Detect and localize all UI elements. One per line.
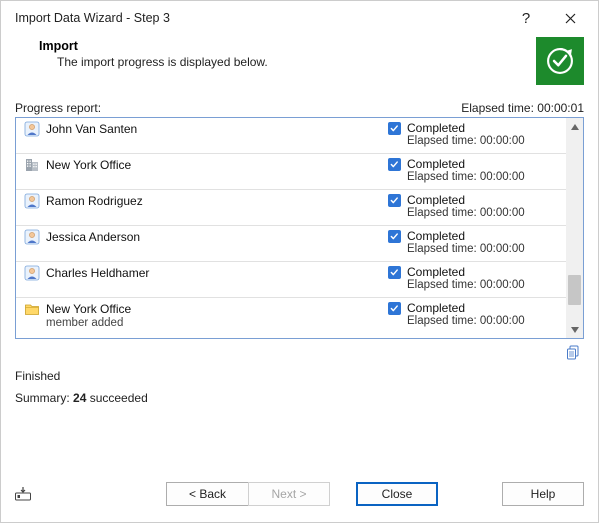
titlebar: Import Data Wizard - Step 3 ? [1, 1, 598, 35]
save-log-icon[interactable] [15, 487, 31, 501]
finished-text: Finished [15, 369, 584, 383]
scroll-up-icon[interactable] [566, 118, 583, 135]
folder-icon [24, 301, 40, 317]
list-item[interactable]: Charles Heldhamer CompletedElapsed time: … [16, 262, 566, 298]
scroll-thumb[interactable] [568, 275, 581, 305]
item-name: Charles Heldhamer [46, 266, 149, 280]
person-icon [24, 193, 40, 209]
item-status: Completed [407, 265, 465, 279]
wizard-window: Import Data Wizard - Step 3 ? Import The… [0, 0, 599, 523]
back-button[interactable]: < Back [166, 482, 248, 506]
progress-label: Progress report: [15, 101, 101, 115]
window-title: Import Data Wizard - Step 3 [15, 11, 170, 25]
close-icon[interactable] [548, 3, 592, 33]
header-title: Import [39, 39, 536, 53]
item-name: New York Office [46, 302, 131, 316]
scrollbar[interactable] [566, 118, 583, 338]
check-icon [388, 230, 401, 243]
copy-icon[interactable] [566, 345, 582, 361]
import-banner-icon [536, 37, 584, 85]
item-status: Completed [407, 193, 465, 207]
person-icon [24, 265, 40, 281]
list-item[interactable]: New York Office CompletedElapsed time: 00… [16, 154, 566, 190]
check-icon [388, 158, 401, 171]
item-status: Completed [407, 157, 465, 171]
scroll-track[interactable] [566, 135, 583, 321]
item-elapsed: Elapsed time: 00:00:00 [407, 279, 525, 291]
help-button[interactable]: Help [502, 482, 584, 506]
next-button: Next > [248, 482, 330, 506]
item-elapsed: Elapsed time: 00:00:00 [407, 135, 525, 147]
help-icon[interactable]: ? [504, 3, 548, 33]
scroll-down-icon[interactable] [566, 321, 583, 338]
person-icon [24, 121, 40, 137]
item-elapsed: Elapsed time: 00:00:00 [407, 207, 525, 219]
check-icon [388, 122, 401, 135]
close-button[interactable]: Close [356, 482, 438, 506]
item-name: John Van Santen [46, 122, 137, 136]
list-item[interactable]: New York Officemember added CompletedElap… [16, 298, 566, 334]
list-item[interactable]: Jessica Anderson CompletedElapsed time: 0… [16, 226, 566, 262]
list-item[interactable]: John Van Santen CompletedElapsed time: 00… [16, 118, 566, 154]
item-name: Ramon Rodriguez [46, 194, 143, 208]
check-icon [388, 194, 401, 207]
check-icon [388, 266, 401, 279]
item-sub: member added [46, 317, 388, 329]
item-elapsed: Elapsed time: 00:00:00 [407, 171, 525, 183]
item-name: Jessica Anderson [46, 230, 140, 244]
item-status: Completed [407, 301, 465, 315]
item-elapsed: Elapsed time: 00:00:00 [407, 315, 525, 327]
summary-text: Summary: 24 succeeded [15, 391, 584, 405]
header-subtitle: The import progress is displayed below. [57, 55, 536, 69]
building-icon [24, 157, 40, 173]
item-status: Completed [407, 121, 465, 135]
wizard-header: Import The import progress is displayed … [1, 35, 598, 93]
person-icon [24, 229, 40, 245]
total-elapsed: Elapsed time: 00:00:01 [461, 101, 584, 115]
item-elapsed: Elapsed time: 00:00:00 [407, 243, 525, 255]
footer: < Back Next > Close Help [1, 466, 598, 522]
item-status: Completed [407, 229, 465, 243]
progress-list: John Van SantenCompletedElapsed time: 00… [15, 117, 584, 339]
item-name: New York Office [46, 158, 131, 172]
list-item[interactable]: Ramon Rodriguez CompletedElapsed time: 00… [16, 190, 566, 226]
check-icon [388, 302, 401, 315]
